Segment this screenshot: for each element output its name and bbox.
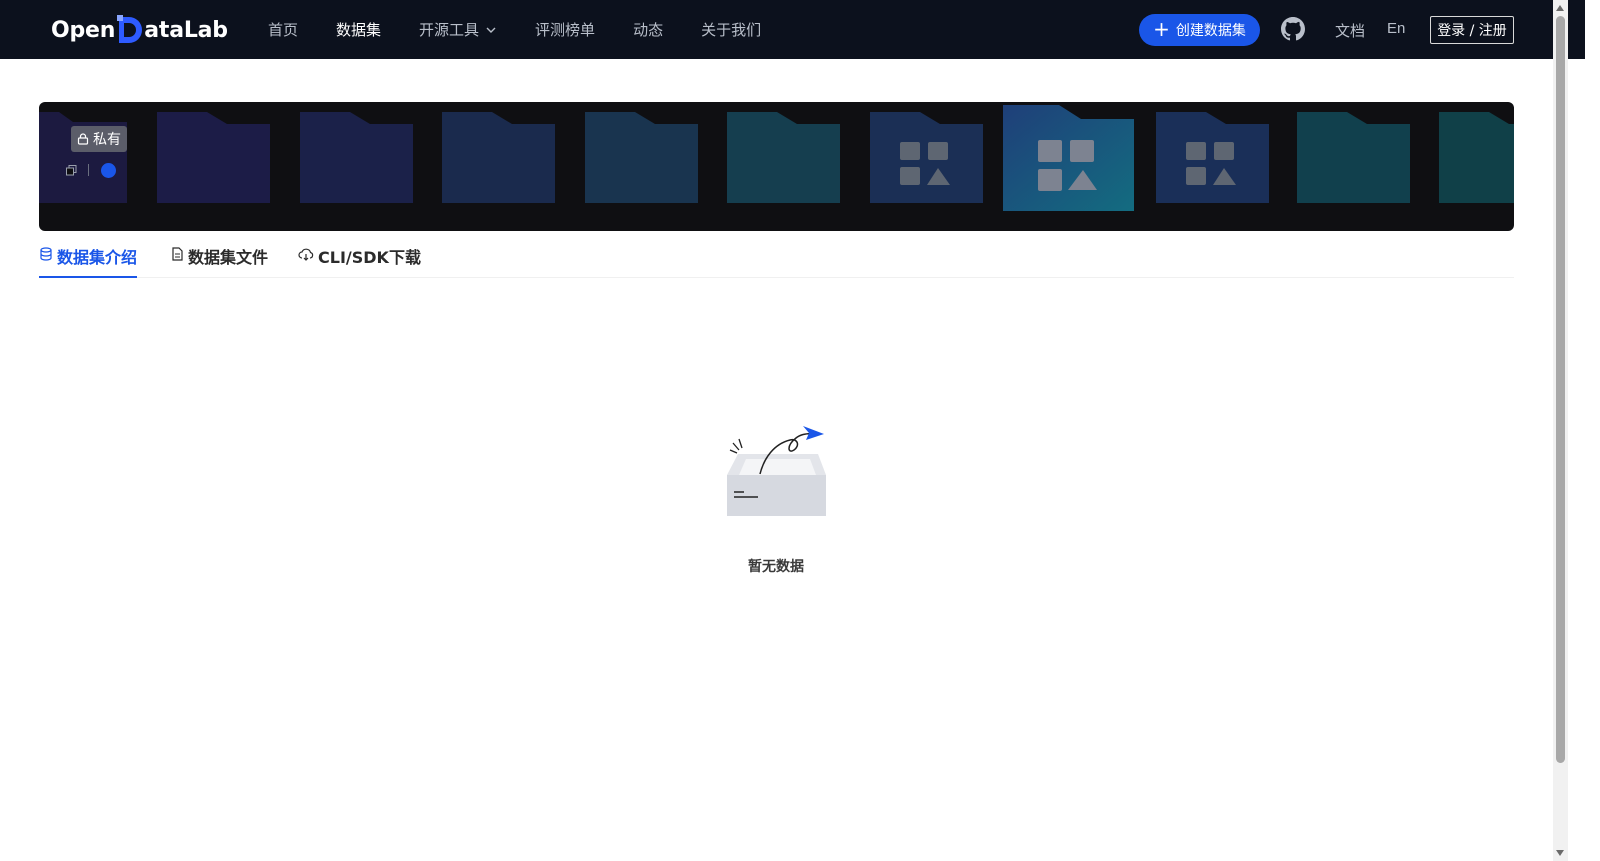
empty-state-text: 暂无数据 [748, 559, 804, 575]
language-switch[interactable]: En [1387, 20, 1405, 37]
empty-box-illustration [727, 426, 826, 516]
cloud-download-icon [298, 248, 314, 261]
github-icon[interactable] [1281, 17, 1305, 41]
scroll-down-arrow-icon[interactable] [1556, 850, 1564, 856]
nav-item-about-us[interactable]: 关于我们 [701, 19, 761, 40]
tab-label: 数据集介绍 [57, 248, 138, 267]
nav-item-label: 开源工具 [419, 21, 480, 39]
tab-dataset-files[interactable]: 数据集文件 [170, 244, 268, 278]
plus-icon: + [1153, 17, 1170, 41]
dataset-banner [39, 102, 1514, 231]
file-icon [172, 247, 183, 261]
divider [88, 164, 89, 176]
scroll-up-arrow-icon[interactable] [1556, 5, 1564, 11]
main-nav: 首页 数据集 开源工具 评测榜单 动态 关于我们 [268, 0, 799, 59]
nav-item-news[interactable]: 动态 [633, 19, 663, 40]
nav-item-open-source-tools[interactable]: 开源工具 [419, 19, 497, 40]
lock-icon [77, 133, 89, 145]
tab-dataset-intro[interactable]: 数据集介绍 [39, 244, 138, 278]
logo-d-mark-icon [117, 15, 143, 45]
chevron-down-icon [486, 27, 496, 33]
dataset-tabs: 数据集介绍 数据集文件 CLI/SDK下载 [39, 240, 1514, 278]
logo-text-right: ataLab [144, 17, 228, 43]
top-navigation-bar: Open ataLab 首页 数据集 开源工具 评测榜单 动态 关于我们 + 创… [0, 0, 1585, 59]
docs-link[interactable]: 文档 [1335, 20, 1365, 41]
login-register-button[interactable]: 登录 / 注册 [1430, 16, 1514, 44]
private-label: 私有 [93, 132, 121, 148]
database-icon [40, 247, 52, 261]
scroll-thumb[interactable] [1556, 16, 1565, 763]
create-dataset-label: 创建数据集 [1175, 23, 1246, 39]
create-dataset-button[interactable]: + 创建数据集 [1139, 14, 1260, 46]
copy-icon[interactable] [66, 165, 77, 176]
logo-text-left: Open [51, 17, 116, 43]
banner-folders-graphic [39, 105, 1514, 211]
status-dot [101, 163, 116, 178]
tab-cli-sdk-download[interactable]: CLI/SDK下载 [298, 244, 421, 278]
page-scrollbar[interactable] [1553, 0, 1568, 861]
tab-label: 数据集文件 [188, 248, 269, 267]
nav-item-datasets[interactable]: 数据集 [336, 19, 381, 40]
tab-label: CLI/SDK下载 [318, 248, 421, 267]
private-badge: 私有 [71, 126, 127, 152]
nav-item-leaderboard[interactable]: 评测榜单 [535, 19, 595, 40]
nav-item-home[interactable]: 首页 [268, 19, 298, 40]
opendatalab-logo[interactable]: Open ataLab [51, 14, 228, 46]
